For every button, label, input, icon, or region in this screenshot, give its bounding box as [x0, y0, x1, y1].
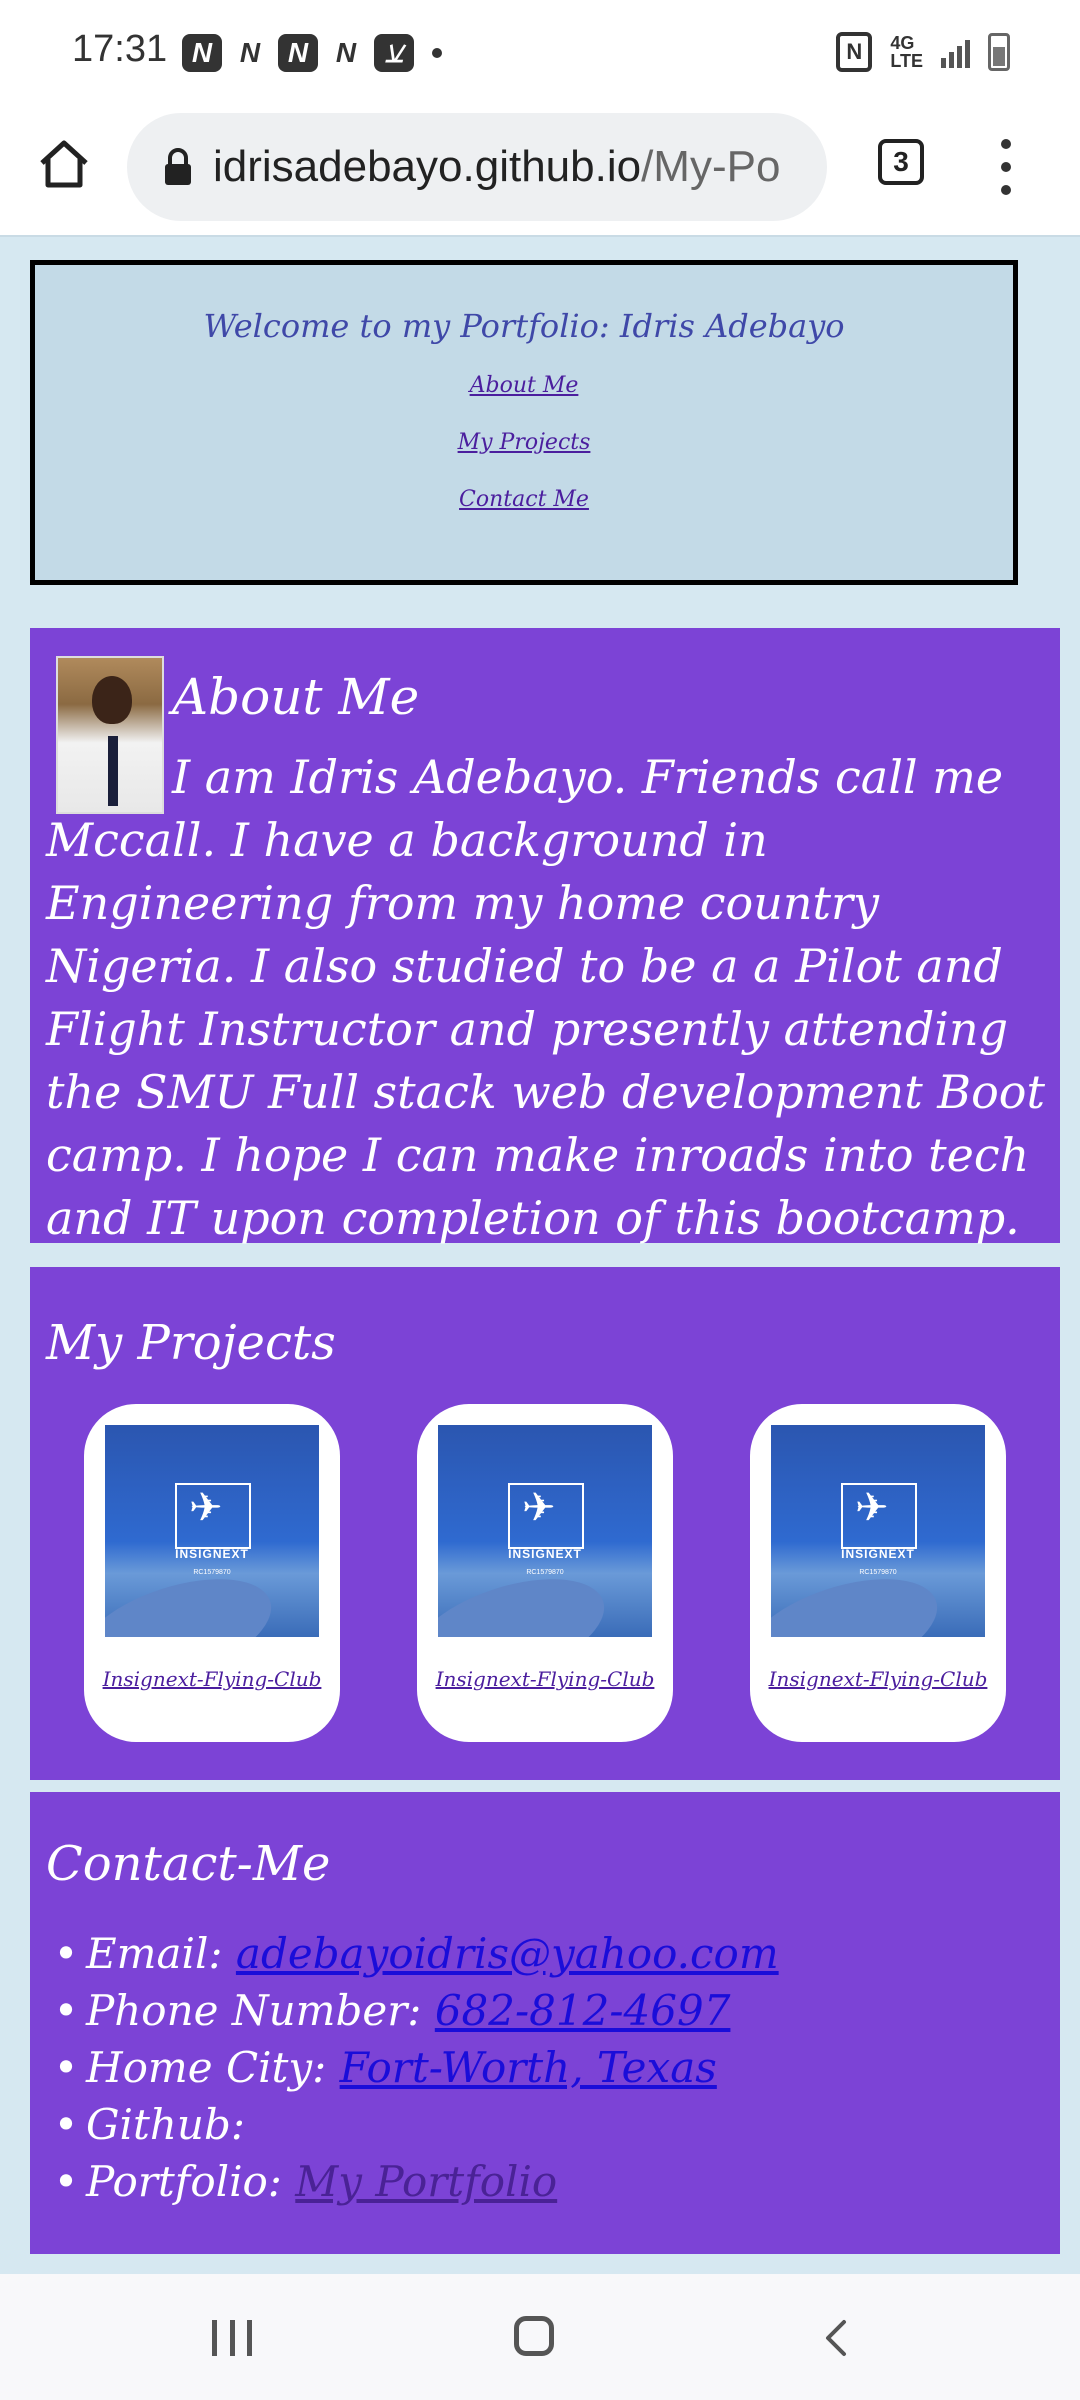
airplane-icon: ✈ — [855, 1485, 889, 1531]
phone-label: Phone Number: — [86, 1986, 422, 2035]
project-image[interactable]: ✈ INSIGNEXT RC1579870 — [438, 1425, 652, 1637]
url-text: idrisadebayo.github.io/My-Po — [213, 142, 780, 192]
signal-icon — [941, 36, 970, 68]
about-text-body: I am Idris Adebayo. Friends call me Mcca… — [46, 750, 1045, 1245]
projects-heading: My Projects — [46, 1315, 336, 1371]
city-link[interactable]: Fort-Worth, Texas — [340, 2043, 717, 2092]
contact-section: Contact-Me Email: adebayoidris@yahoo.com… — [30, 1792, 1060, 2254]
contact-phone-item: Phone Number: 682-812-4697 — [46, 1982, 779, 2039]
project-logo-subtext: RC1579870 — [526, 1569, 564, 1576]
email-link[interactable]: adebayoidris@yahoo.com — [236, 1929, 779, 1978]
4g-lte-icon: 4G LTE — [890, 33, 923, 71]
contact-city-item: Home City: Fort-Worth, Texas — [46, 2039, 779, 2096]
status-bar: 17:31 N N N N ⚺ N 4G LTE — [0, 0, 1080, 105]
recent-apps-icon[interactable] — [212, 2320, 252, 2356]
city-label: Home City: — [86, 2043, 327, 2092]
site-title: Welcome to my Portfolio: Idris Adebayo — [203, 307, 845, 345]
nav-projects-link[interactable]: My Projects — [35, 430, 1013, 455]
home-icon[interactable] — [36, 135, 92, 191]
projects-section: My Projects ✈ INSIGNEXT RC1579870 Insign… — [30, 1267, 1060, 1780]
phone-link[interactable]: 682-812-4697 — [435, 1986, 731, 2035]
portfolio-label: Portfolio: — [86, 2157, 282, 2206]
notification-icons: N N N N ⚺ — [182, 34, 442, 72]
home-nav-icon[interactable] — [514, 2316, 554, 2356]
nav-contact-link[interactable]: Contact Me — [35, 487, 1013, 512]
page-divider — [0, 235, 1080, 237]
app-notification-icon: N — [278, 34, 318, 72]
browser-toolbar: idrisadebayo.github.io/My-Po 3 — [0, 105, 1080, 235]
more-menu-icon[interactable] — [996, 139, 1016, 195]
more-notifications-dot-icon — [432, 48, 442, 58]
project-image[interactable]: ✈ INSIGNEXT RC1579870 — [771, 1425, 985, 1637]
contact-github-item: Github: — [46, 2096, 779, 2153]
project-link[interactable]: Insignext-Flying-Club — [417, 1667, 673, 1691]
project-logo-text: INSIGNEXT — [175, 1547, 249, 1561]
status-right-icons: N 4G LTE — [836, 32, 1010, 72]
contact-heading: Contact-Me — [46, 1836, 331, 1892]
contact-email-item: Email: adebayoidris@yahoo.com — [46, 1925, 779, 1982]
url-path: /My-Po — [641, 142, 781, 191]
address-bar[interactable]: idrisadebayo.github.io/My-Po — [127, 113, 827, 221]
email-label: Email: — [86, 1929, 223, 1978]
project-logo-text: INSIGNEXT — [508, 1547, 582, 1561]
project-logo-subtext: RC1579870 — [193, 1569, 231, 1576]
project-link[interactable]: Insignext-Flying-Club — [84, 1667, 340, 1691]
status-time: 17:31 — [72, 28, 168, 70]
about-text: I am Idris Adebayo. Friends call me Mcca… — [46, 746, 1046, 1250]
project-card[interactable]: ✈ INSIGNEXT RC1579870 Insignext-Flying-C… — [84, 1404, 340, 1742]
app-notification-icon: N — [182, 34, 222, 72]
nav-about-link[interactable]: About Me — [35, 373, 1013, 398]
site-header: Welcome to my Portfolio: Idris Adebayo A… — [30, 260, 1018, 585]
about-section: About Me I am Idris Adebayo. Friends cal… — [30, 628, 1060, 1245]
airplane-icon: ✈ — [522, 1485, 556, 1531]
project-logo-text: INSIGNEXT — [841, 1547, 915, 1561]
lock-icon — [165, 148, 191, 185]
back-icon[interactable] — [822, 2318, 850, 2358]
project-card[interactable]: ✈ INSIGNEXT RC1579870 Insignext-Flying-C… — [750, 1404, 1006, 1742]
about-heading: About Me — [172, 668, 420, 726]
project-image[interactable]: ✈ INSIGNEXT RC1579870 — [105, 1425, 319, 1637]
contact-portfolio-item: Portfolio: My Portfolio — [46, 2153, 779, 2210]
nfc-icon: N — [836, 32, 873, 72]
airplane-icon: ✈ — [189, 1485, 223, 1531]
app-notification-icon: N — [239, 37, 261, 68]
project-link[interactable]: Insignext-Flying-Club — [750, 1667, 1006, 1691]
url-domain: idrisadebayo.github.io — [213, 142, 642, 191]
mosque-icon: ⚺ — [374, 34, 414, 72]
tab-switcher-button[interactable]: 3 — [878, 139, 924, 185]
contact-list: Email: adebayoidris@yahoo.com Phone Numb… — [46, 1925, 779, 2210]
project-logo-subtext: RC1579870 — [859, 1569, 897, 1576]
battery-icon — [988, 33, 1010, 71]
portfolio-link[interactable]: My Portfolio — [295, 2157, 557, 2206]
app-notification-icon: N — [335, 37, 357, 68]
system-navigation-bar — [0, 2274, 1080, 2400]
project-card[interactable]: ✈ INSIGNEXT RC1579870 Insignext-Flying-C… — [417, 1404, 673, 1742]
github-label: Github: — [86, 2100, 245, 2149]
